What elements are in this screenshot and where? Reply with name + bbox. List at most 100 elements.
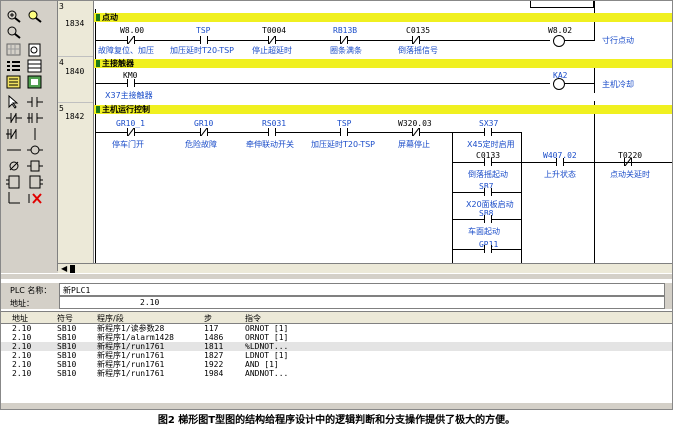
contact-label: X37主接触器 <box>105 91 153 100</box>
table-cell: 1811 <box>204 342 224 351</box>
ladder-icon[interactable] <box>6 75 22 89</box>
table-cell: ANDNOT... <box>245 369 289 378</box>
table-row[interactable]: 2.10 SB10 新程序1/alarm1428 1486 ORNOT [1] <box>1 333 672 342</box>
no-contact[interactable] <box>484 158 492 166</box>
table-row[interactable]: 2.10 SB10 新程序1/run1761 1827 LDNOT [1] <box>1 351 672 360</box>
right-power-rail <box>594 101 595 263</box>
ladder-toolbar <box>1 1 58 271</box>
top-input-box[interactable] <box>530 1 594 8</box>
rung-header[interactable]: 5 1842 <box>58 103 93 263</box>
no-contact[interactable] <box>340 128 348 136</box>
nc-contact[interactable] <box>268 36 276 44</box>
rung-wire <box>95 132 521 133</box>
table-cell: 新程序1/alarm1428 <box>97 333 174 342</box>
no-contact[interactable] <box>484 128 492 136</box>
no-contact[interactable] <box>556 158 564 166</box>
column-header-step[interactable]: 步 <box>204 313 212 324</box>
figure-caption: 图2 梯形图T型图的结构给程序设计中的逻辑判断和分支操作提供了极大的方便。 <box>157 415 516 426</box>
rung-step: 1842 <box>65 112 85 121</box>
branch-end-icon[interactable] <box>6 191 22 205</box>
function-block-icon[interactable] <box>6 175 22 189</box>
plc-name-field[interactable]: 新PLC1 <box>59 283 665 296</box>
table-row[interactable]: 2.10 SB10 新程序1/run1761 1811 %LDNOT... <box>1 342 672 351</box>
no-contact[interactable] <box>200 36 208 44</box>
horizontal-line-icon[interactable] <box>6 143 22 157</box>
address-field[interactable]: 2.10 <box>59 296 665 309</box>
address-label: 地址： <box>10 299 34 308</box>
table-cell: 2.10 <box>12 369 32 378</box>
ladder-canvas[interactable]: 点动 W8.00 故障复位、加压 TSP 加压延时T20-TSP T0004 停… <box>93 1 672 263</box>
contact-address: RB13B <box>333 26 358 35</box>
table-row[interactable]: 2.10 SB10 新程序1/读参数28 117 ORNOT [1] <box>1 324 672 333</box>
table-cell: SB10 <box>57 342 77 351</box>
contact-address: TSP <box>196 26 211 35</box>
contact-label: 圈条满条 <box>330 46 362 55</box>
or-nc-contact-icon[interactable] <box>6 127 22 141</box>
table-cell: 新程序1/run1761 <box>97 360 165 369</box>
instruction-icon[interactable] <box>27 159 43 173</box>
rung-title-banner: 主接触器 <box>94 59 672 68</box>
column-header-address[interactable]: 地址 <box>12 313 28 324</box>
rung-wire <box>595 162 672 163</box>
nc-contact-icon[interactable] <box>6 111 22 125</box>
rung-header[interactable]: 4 1840 <box>58 57 93 103</box>
zoom-in-icon[interactable] <box>6 9 22 23</box>
no-contact[interactable] <box>484 245 492 253</box>
column-header-instruction[interactable]: 指令 <box>245 313 261 324</box>
timer-icon[interactable] <box>27 175 43 189</box>
mnemonic-icon[interactable] <box>27 75 43 89</box>
coil-address: W8.02 <box>548 26 573 35</box>
table-view-icon[interactable] <box>27 59 43 73</box>
contact-address: RS031 <box>262 119 287 128</box>
rung-header[interactable]: 3 1834 <box>58 1 93 57</box>
delete-icon[interactable] <box>27 191 43 205</box>
table-cell: ORNOT [1] <box>245 324 289 333</box>
left-power-rail <box>95 9 96 263</box>
no-contact[interactable] <box>484 188 492 196</box>
negated-coil-icon[interactable] <box>6 159 22 173</box>
output-coil[interactable] <box>553 35 565 47</box>
contact-address: W320.03 <box>398 119 432 128</box>
scroll-thumb[interactable] <box>70 265 75 273</box>
no-contact[interactable] <box>268 128 276 136</box>
or-contact-icon[interactable] <box>27 111 43 125</box>
no-contact[interactable] <box>127 79 135 87</box>
contact-label: 车面起动 <box>468 227 500 236</box>
list-view-icon[interactable] <box>6 59 22 73</box>
table-cell: SB10 <box>57 369 77 378</box>
vertical-line-icon[interactable] <box>27 127 43 141</box>
plc-name-value: 新PLC1 <box>63 286 91 295</box>
address-row: 地址： 2.10 <box>1 296 672 309</box>
table-row[interactable]: 2.10 SB10 新程序1/run1761 1984 ANDNOT... <box>1 369 672 378</box>
table-cell: 新程序1/读参数28 <box>97 324 165 333</box>
status-bar <box>1 403 672 409</box>
no-contact-icon[interactable] <box>27 95 43 109</box>
nc-contact[interactable] <box>340 36 348 44</box>
nc-contact[interactable] <box>412 36 420 44</box>
rung-number: 3 <box>59 2 64 11</box>
nc-contact[interactable] <box>412 128 420 136</box>
nc-contact[interactable] <box>127 128 135 136</box>
grid-icon[interactable] <box>6 43 22 57</box>
magnify-icon[interactable] <box>6 25 22 39</box>
table-cell: 新程序1/run1761 <box>97 369 165 378</box>
column-header-symbol[interactable]: 符号 <box>57 313 73 324</box>
properties-icon[interactable] <box>27 43 43 57</box>
table-cell: 1984 <box>204 369 224 378</box>
zoom-out-icon[interactable] <box>27 9 43 23</box>
column-header-program[interactable]: 程序/段 <box>97 313 124 324</box>
contact-address: T0004 <box>262 26 287 35</box>
table-row[interactable]: 2.10 SB10 新程序1/run1761 1922 AND [1] <box>1 360 672 369</box>
rung-title: 主接触器 <box>102 59 134 68</box>
output-coil[interactable] <box>553 78 565 90</box>
no-contact[interactable] <box>484 215 492 223</box>
coil-icon[interactable] <box>27 143 43 157</box>
select-pointer-icon[interactable] <box>6 95 22 109</box>
table-cell: 1827 <box>204 351 224 360</box>
address-value: 2.10 <box>140 298 160 307</box>
nc-contact[interactable] <box>127 36 135 44</box>
contact-address: SX37 <box>479 119 499 128</box>
contact-label: 加压延时T20-TSP <box>311 140 376 149</box>
table-cell: 新程序1/run1761 <box>97 342 165 351</box>
nc-contact[interactable] <box>200 128 208 136</box>
